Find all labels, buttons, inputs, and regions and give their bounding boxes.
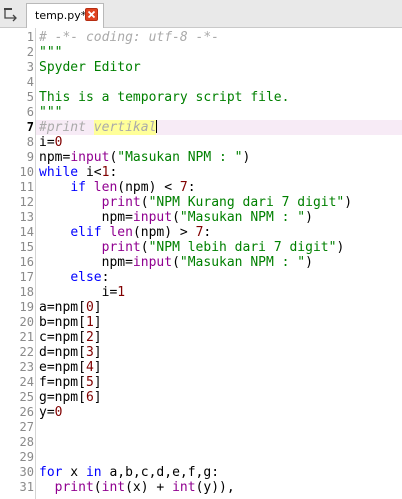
code-text[interactable]: if len(npm) < 7: — [39, 180, 195, 195]
line-number: 28 — [19, 435, 34, 449]
code-text[interactable]: while i<1: — [39, 165, 117, 180]
code-text[interactable]: npm=input("Masukan NPM : ") — [39, 255, 313, 270]
code-text[interactable]: e=npm[4] — [39, 360, 102, 375]
code-line[interactable]: 15 print("NPM lebih dari 7 digit") — [0, 240, 402, 255]
line-number: 6 — [26, 105, 34, 119]
line-number: 31 — [19, 480, 34, 494]
line-number: 3 — [26, 60, 34, 74]
code-line[interactable]: 5 This is a temporary script file. — [0, 90, 402, 105]
tab-temp-py[interactable]: temp.py* — [26, 3, 104, 28]
code-text[interactable]: # -*- coding: utf-8 -*- — [39, 30, 219, 45]
code-line[interactable]: 3 Spyder Editor — [0, 60, 402, 75]
code-line[interactable]: 20 b=npm[1] — [0, 315, 402, 330]
code-line[interactable]: 8 i=0 — [0, 135, 402, 150]
code-editor[interactable]: 1 # -*- coding: utf-8 -*- 2 """ 3 Spyder Edit… — [0, 28, 402, 499]
code-text[interactable]: g=npm[6] — [39, 390, 102, 405]
code-text[interactable]: npm=input("Masukan NPM : ") — [39, 210, 313, 225]
line-number: 19 — [19, 300, 34, 314]
code-text[interactable]: else: — [39, 270, 109, 285]
code-line[interactable]: 13 npm=input("Masukan NPM : ") — [0, 210, 402, 225]
code-line[interactable]: 18 i=1 — [0, 285, 402, 300]
code-line[interactable]: 23 e=npm[4] — [0, 360, 402, 375]
code-line[interactable]: 10 while i<1: — [0, 165, 402, 180]
line-number: 25 — [19, 390, 34, 404]
code-line[interactable]: 17 else: — [0, 270, 402, 285]
code-text[interactable]: Spyder Editor — [39, 60, 141, 75]
line-number: 29 — [19, 450, 34, 464]
line-number: 18 — [19, 285, 34, 299]
code-line[interactable]: 11 if len(npm) < 7: — [0, 180, 402, 195]
line-number: 20 — [19, 315, 34, 329]
line-number: 16 — [19, 255, 34, 269]
line-number: 4 — [26, 75, 34, 89]
line-number: 23 — [19, 360, 34, 374]
code-text[interactable]: print("NPM lebih dari 7 digit") — [39, 240, 345, 255]
code-line[interactable]: 30 for x in a,b,c,d,e,f,g: — [0, 465, 402, 480]
line-number: 24 — [19, 375, 34, 389]
line-number: 12 — [19, 195, 34, 209]
code-text[interactable]: d=npm[3] — [39, 345, 102, 360]
line-number: 2 — [26, 45, 34, 59]
code-line[interactable]: 12 print("NPM Kurang dari 7 digit") — [0, 195, 402, 210]
line-number: 5 — [26, 90, 34, 104]
code-text[interactable]: #print vertikal — [39, 120, 158, 135]
code-line[interactable]: 19 a=npm[0] — [0, 300, 402, 315]
line-number: 9 — [26, 150, 34, 164]
code-line[interactable]: 26 y=0 — [0, 405, 402, 420]
code-text[interactable]: i=1 — [39, 285, 126, 300]
code-text[interactable]: """ — [39, 45, 62, 60]
line-number: 17 — [19, 270, 34, 284]
code-line[interactable]: 28 — [0, 435, 402, 450]
line-number: 13 — [19, 210, 34, 224]
code-line[interactable]: 31 print(int(x) + int(y)), — [0, 480, 402, 495]
code-line[interactable]: 14 elif len(npm) > 7: — [0, 225, 402, 240]
code-line[interactable]: 27 — [0, 420, 402, 435]
code-text[interactable]: a=npm[0] — [39, 300, 102, 315]
code-text[interactable]: b=npm[1] — [39, 315, 102, 330]
line-number: 8 — [26, 135, 34, 149]
code-text[interactable]: print("NPM Kurang dari 7 digit") — [39, 195, 352, 210]
spyder-editor-window: temp.py* 1 # -*- coding: utf-8 -*- 2 """ 3 Sp… — [0, 0, 402, 499]
code-text[interactable]: y=0 — [39, 405, 62, 420]
code-text[interactable]: f=npm[5] — [39, 375, 102, 390]
code-text[interactable]: i=0 — [39, 135, 62, 150]
line-number: 30 — [19, 465, 34, 479]
line-number: 10 — [19, 165, 34, 179]
line-number: 11 — [19, 180, 34, 194]
editor-tab-bar: temp.py* — [0, 0, 402, 28]
code-line[interactable]: 16 npm=input("Masukan NPM : ") — [0, 255, 402, 270]
code-line[interactable]: 29 — [0, 450, 402, 465]
code-line[interactable]: 25 g=npm[6] — [0, 390, 402, 405]
code-text[interactable]: npm=input("Masukan NPM : ") — [39, 150, 250, 165]
folder-browse-icon[interactable] — [0, 2, 22, 24]
line-number: 26 — [19, 405, 34, 419]
code-line[interactable]: 21 c=npm[2] — [0, 330, 402, 345]
line-number: 7 — [26, 120, 34, 134]
line-number: 15 — [19, 240, 34, 254]
code-line[interactable]: 6 """ — [0, 105, 402, 120]
close-tab-icon[interactable] — [85, 8, 98, 21]
line-number: 22 — [19, 345, 34, 359]
line-number: 1 — [26, 30, 34, 44]
code-line[interactable]: 7 #print vertikal — [0, 120, 402, 135]
code-text[interactable]: c=npm[2] — [39, 330, 102, 345]
tab-title: temp.py* — [35, 9, 87, 22]
code-text[interactable]: for x in a,b,c,d,e,f,g: — [39, 465, 219, 480]
code-text[interactable]: """ — [39, 105, 62, 120]
code-text[interactable]: elif len(npm) > 7: — [39, 225, 211, 240]
code-text[interactable]: print(int(x) + int(y)), — [39, 480, 235, 495]
code-line[interactable]: 1 # -*- coding: utf-8 -*- — [0, 30, 402, 45]
line-number: 14 — [19, 225, 34, 239]
code-line[interactable]: 4 — [0, 75, 402, 90]
code-line[interactable]: 9 npm=input("Masukan NPM : ") — [0, 150, 402, 165]
code-line[interactable]: 2 """ — [0, 45, 402, 60]
text-cursor — [156, 120, 158, 133]
code-text[interactable]: This is a temporary script file. — [39, 90, 289, 105]
code-line[interactable]: 24 f=npm[5] — [0, 375, 402, 390]
line-number: 27 — [19, 420, 34, 434]
line-number: 21 — [19, 330, 34, 344]
code-line[interactable]: 22 d=npm[3] — [0, 345, 402, 360]
